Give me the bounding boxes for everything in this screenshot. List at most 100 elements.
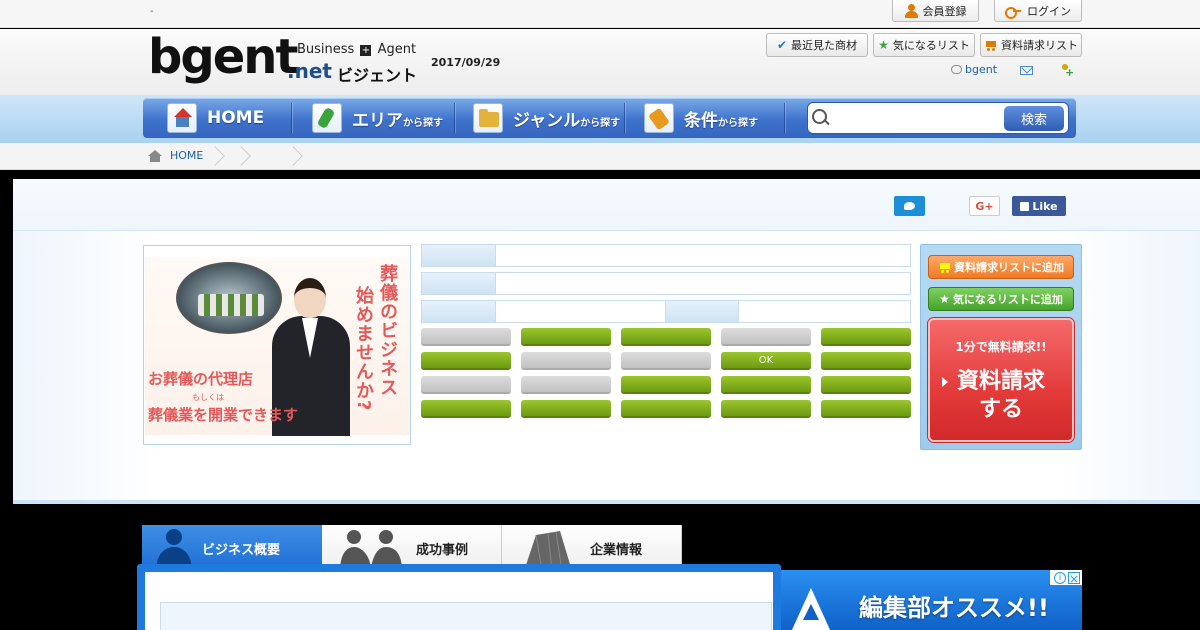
feature-tag-on (821, 400, 911, 418)
feature-tag-off (421, 328, 511, 346)
nav-condition-label: 条件から探す (684, 106, 758, 131)
request-materials-button[interactable]: 1分で無料請求!! 資料請求 する (928, 318, 1074, 442)
nav-home[interactable]: HOME (167, 98, 264, 138)
page: - 会員登録 ログイン bgent .net Business + Agent … (0, 0, 1200, 630)
ad-line-3: 葬儀業を開業できます (148, 406, 299, 424)
recent-items-button[interactable]: ✔ 最近見た商材 (766, 33, 868, 57)
thumbs-up-icon (1020, 201, 1030, 211)
feature-tag-on (721, 376, 811, 394)
japan-map-icon (312, 103, 342, 133)
mail-link[interactable] (1020, 66, 1033, 75)
header-date: 2017/09/29 (431, 56, 501, 69)
logo-kana: ビジェント (337, 66, 418, 85)
nav-condition[interactable]: 条件から探す (644, 98, 758, 138)
nav-condition-main: 条件 (684, 110, 718, 131)
info-icon[interactable]: i (1054, 571, 1066, 584)
cart-icon (938, 262, 951, 273)
search-button[interactable]: 検索 (1004, 106, 1064, 131)
feature-tag-on (521, 400, 611, 418)
feature-tag-on (621, 400, 711, 418)
feature-tag-off (521, 352, 611, 370)
key-icon (1005, 6, 1021, 19)
login-label: ログイン (1027, 4, 1071, 18)
nav-genre-main: ジャンル (513, 110, 581, 131)
add-request-list-button[interactable]: 資料請求リストに追加 (928, 255, 1074, 279)
register-button[interactable]: 会員登録 (892, 0, 979, 22)
logo-triangle-inner (803, 604, 819, 620)
chevron-right-icon (236, 146, 250, 166)
star-icon: ★ (878, 38, 889, 52)
feature-tag-off (421, 376, 511, 394)
ad-choices[interactable]: i × (1050, 570, 1082, 585)
breadcrumb-home[interactable]: HOME (170, 149, 203, 162)
tab-content-inner (145, 572, 773, 630)
ad-vertical-text-1: 葬儀のビジネス (377, 264, 398, 397)
search-icon (812, 109, 830, 127)
info-row-label (422, 245, 496, 266)
editor-recommend-text: 編集部オススメ!! (859, 594, 1049, 622)
nav-divider (784, 103, 785, 133)
cta-small-text: 1分で無料請求!! (955, 340, 1047, 354)
feature-tag-on (621, 328, 711, 346)
favorites-label: 気になるリスト (892, 39, 970, 52)
tab-content-box (160, 602, 772, 630)
cta-big-line-2: する (978, 397, 1023, 422)
feature-tag-on (721, 400, 811, 418)
request-list-button[interactable]: 資料請求リスト (980, 33, 1082, 57)
google-plus-button[interactable]: G+ (969, 196, 1000, 216)
bgent-link-label: bgent (965, 63, 998, 76)
logo-bgent[interactable]: bgent (148, 33, 298, 81)
feature-tag-on (821, 352, 911, 370)
business-ad-image[interactable]: 葬儀のビジネス 始めませんか? お葬儀の代理店 もしくは 葬儀業を開業できます (143, 245, 411, 445)
info-row-label (665, 301, 739, 322)
breadcrumb: HOME (0, 143, 1200, 170)
logo-business-agent: Business + Agent (297, 42, 416, 57)
info-row-label (422, 273, 496, 294)
feature-tag-on (521, 328, 611, 346)
tab-company-info-label: 企業情報 (590, 542, 643, 558)
nav-area[interactable]: エリアから探す (312, 98, 443, 138)
register-label: 会員登録 (922, 4, 967, 18)
add-favorite-button[interactable]: ★ 気になるリストに追加 (928, 287, 1074, 311)
check-icon: ✔ (776, 38, 788, 52)
login-button[interactable]: ログイン (994, 0, 1082, 22)
tab-business-overview-label: ビジネス概要 (202, 542, 281, 558)
feature-tag-on (421, 352, 511, 370)
logo-plus: + (360, 45, 372, 56)
twitter-button[interactable] (894, 196, 925, 216)
editor-recommend-banner[interactable]: 編集部オススメ!! (781, 570, 1082, 630)
add-request-list-label: 資料請求リストに追加 (954, 261, 1064, 274)
nav-divider (624, 103, 625, 133)
home-icon (167, 103, 197, 133)
cta-big-text: 資料請求 する (930, 368, 1072, 424)
add-user-link[interactable] (1060, 64, 1074, 79)
bgent-link[interactable]: bgent (951, 63, 997, 76)
mail-icon (1020, 66, 1033, 75)
feature-tag-off (721, 328, 811, 346)
nav-divider (454, 103, 455, 133)
logo-business: Business (297, 42, 355, 57)
nav-home-label: HOME (207, 108, 265, 128)
close-icon[interactable]: × (1068, 571, 1080, 585)
info-row-label (422, 301, 496, 322)
feature-tag-off (621, 352, 711, 370)
person-head (294, 278, 326, 318)
request-list-label: 資料請求リスト (1001, 39, 1078, 52)
nav-condition-suffix: から探す (718, 117, 758, 129)
chevron-right-icon (288, 146, 302, 166)
cta-big-line-1: 資料請求 (956, 369, 1045, 394)
nav-genre-label: ジャンルから探す (513, 106, 620, 131)
add-user-icon (1060, 64, 1074, 79)
site-header: bgent .net Business + Agent ビジェント 2017/0… (0, 29, 1200, 95)
cart-icon (984, 40, 997, 51)
info-row (421, 272, 911, 295)
facebook-like-button[interactable]: Like (1012, 196, 1066, 216)
chevron-right-icon (210, 146, 224, 166)
info-row (421, 300, 911, 323)
feature-tag-on (621, 376, 711, 394)
add-favorite-label: 気になるリストに追加 (952, 293, 1063, 306)
nav-genre[interactable]: ジャンルから探す (473, 98, 620, 138)
tab-success-stories-label: 成功事例 (416, 542, 469, 558)
home-icon (148, 150, 162, 162)
favorites-button[interactable]: ★ 気になるリスト (873, 33, 975, 57)
